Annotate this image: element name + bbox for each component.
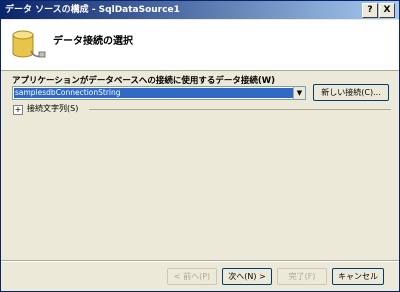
next-button[interactable]: 次へ(N) > — [222, 268, 272, 285]
expand-icon[interactable]: + — [13, 105, 23, 115]
database-icon — [12, 30, 46, 58]
connection-dropdown[interactable]: samplesdbConnectionString ▼ — [12, 86, 306, 100]
section-divider — [89, 109, 391, 110]
dropdown-arrow-icon[interactable]: ▼ — [293, 87, 305, 99]
page-title: データ接続の選択 — [53, 36, 133, 47]
help-button[interactable]: ? — [362, 3, 378, 18]
footer-divider — [1, 260, 399, 262]
connection-selected-value: samplesdbConnectionString — [14, 88, 294, 98]
wizard-header: データ接続の選択 — [1, 20, 399, 71]
window-title: データ ソースの構成 - SqlDataSource1 — [5, 5, 180, 15]
back-button[interactable]: < 前へ(P) — [167, 268, 217, 285]
title-bar[interactable]: データ ソースの構成 - SqlDataSource1 ? X — [1, 1, 399, 19]
close-button[interactable]: X — [379, 3, 395, 18]
finish-button[interactable]: 完了(F) — [277, 268, 327, 285]
connection-label: アプリケーションがデータベースへの接続に使用するデータ接続(W) — [12, 76, 276, 86]
connection-string-label[interactable]: 接続文字列(S) — [27, 103, 78, 114]
cancel-button[interactable]: キャンセル — [332, 268, 384, 285]
new-connection-button[interactable]: 新しい接続(C)... — [313, 84, 389, 101]
dialog-window: データ ソースの構成 - SqlDataSource1 ? X データ接続の選択… — [0, 0, 400, 292]
